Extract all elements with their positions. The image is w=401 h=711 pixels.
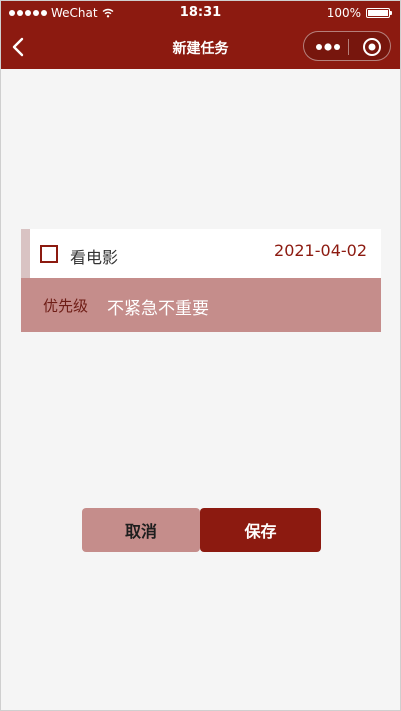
priority-row[interactable]: 优先级 不紧急不重要 (21, 278, 381, 332)
battery-status: 100% (326, 6, 392, 20)
save-button[interactable]: 保存 (200, 508, 321, 552)
task-accent-bar (21, 229, 30, 278)
battery-icon (366, 8, 392, 18)
status-bar: WeChat 18:31 100% (1, 1, 400, 25)
priority-label: 优先级 (43, 297, 89, 315)
capsule-divider (348, 39, 349, 55)
cancel-button[interactable]: 取消 (82, 508, 200, 552)
priority-value: 不紧急不重要 (107, 299, 209, 319)
battery-percent: 100% (326, 6, 361, 20)
task-date[interactable]: 2021-04-02 (274, 241, 367, 260)
nav-bar: 新建任务 (1, 25, 400, 69)
task-checkbox[interactable] (40, 245, 58, 263)
task-row[interactable]: 看电影 2021-04-02 (21, 229, 381, 278)
more-dots-icon[interactable] (315, 42, 341, 52)
phone-screen: WeChat 18:31 100% 新建任务 看电影 2021-04-02 优先… (0, 0, 401, 711)
task-name: 看电影 (70, 248, 119, 267)
target-circle-icon[interactable] (362, 37, 382, 57)
task-card: 看电影 2021-04-02 优先级 不紧急不重要 (21, 229, 381, 332)
mini-program-capsule (303, 31, 391, 61)
